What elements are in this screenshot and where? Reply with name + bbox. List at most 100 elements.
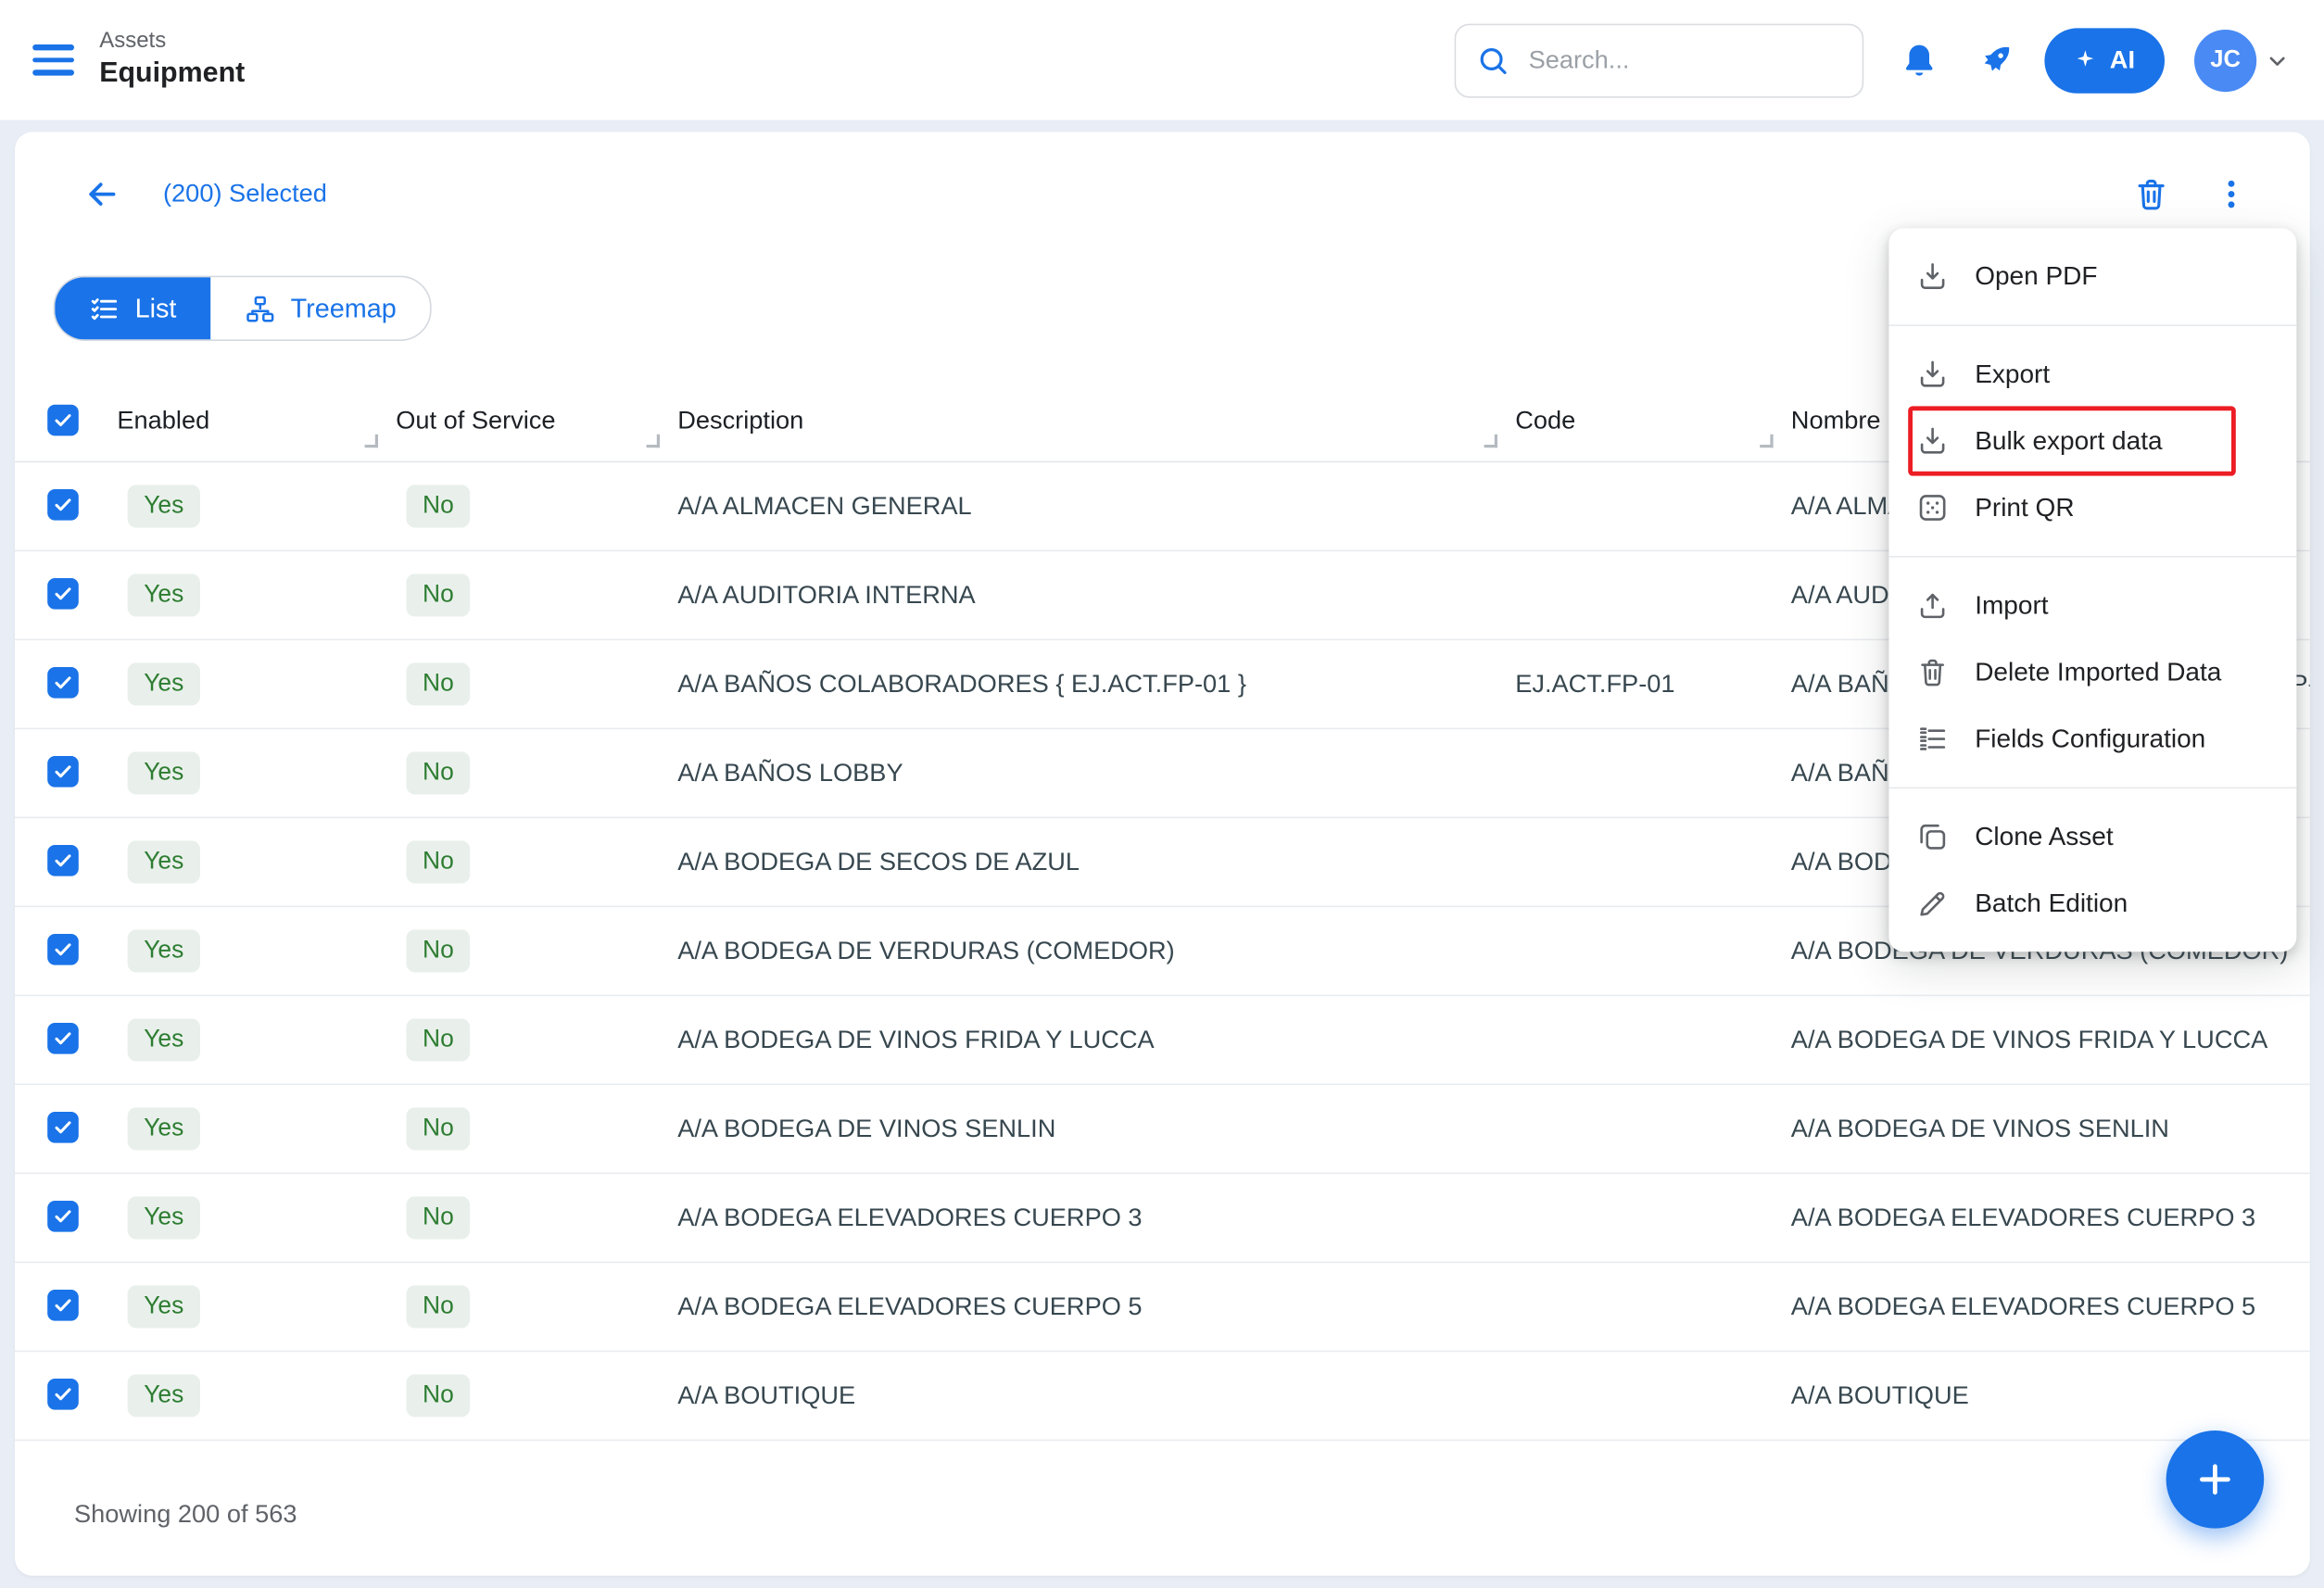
table-row[interactable]: YesNoA/A BOUTIQUEA/A BOUTIQUE: [15, 1352, 2310, 1441]
list-icon: [89, 293, 120, 324]
ai-button-label: AI: [2110, 45, 2135, 75]
menu-item-label: Open PDF: [1975, 261, 2097, 293]
row-checkbox[interactable]: [47, 756, 79, 788]
out-of-service-badge: No: [406, 1107, 470, 1150]
row-checkbox-cell: [15, 489, 117, 523]
back-button[interactable]: [83, 175, 122, 214]
menu-item-label: Export: [1975, 359, 2050, 390]
row-checkbox[interactable]: [47, 578, 79, 610]
enabled-cell: Yes: [117, 1107, 396, 1150]
nombre-cell: A/A BODEGA DE VINOS SENLIN: [1791, 1114, 2310, 1143]
column-resize-handle[interactable]: [365, 435, 378, 447]
out-of-service-badge: No: [406, 485, 470, 527]
search-icon: [1475, 43, 1510, 78]
enabled-badge: Yes: [128, 485, 200, 527]
sparkle-icon: [2074, 49, 2096, 71]
menu-item-fields-configuration[interactable]: Fields Configuration: [1888, 706, 2296, 773]
table-footer: Showing 200 of 563: [74, 1500, 297, 1530]
view-toggle: List Treemap: [54, 276, 433, 341]
menu-item-batch-edition[interactable]: Batch Edition: [1888, 870, 2296, 937]
out-of-service-cell: No: [396, 1285, 677, 1328]
notifications-button[interactable]: [1896, 38, 1940, 82]
menu-item-print-qr[interactable]: Print QR: [1888, 474, 2296, 541]
row-checkbox[interactable]: [47, 489, 79, 521]
kebab-icon: [2212, 175, 2251, 214]
rocket-icon: [1976, 40, 2015, 80]
column-header-enabled: Enabled: [117, 380, 396, 461]
search-input[interactable]: [1525, 44, 1842, 76]
menu-item-export[interactable]: Export: [1888, 341, 2296, 408]
list-view-label: List: [135, 293, 177, 324]
user-menu[interactable]: JC: [2194, 29, 2292, 91]
more-options-button[interactable]: [2212, 175, 2251, 214]
description-cell: A/A BAÑOS COLABORADORES { EJ.ACT.FP-01 }: [677, 669, 1515, 699]
row-checkbox[interactable]: [47, 1290, 79, 1321]
rocket-button[interactable]: [1974, 38, 2018, 82]
column-resize-handle[interactable]: [1760, 435, 1773, 447]
description-cell: A/A BODEGA DE VINOS FRIDA Y LUCCA: [677, 1025, 1515, 1054]
menu-item-label: Bulk export data: [1975, 425, 2162, 457]
menu-item-import[interactable]: Import: [1888, 573, 2296, 639]
out-of-service-cell: No: [396, 929, 677, 972]
select-all-checkbox[interactable]: [47, 405, 79, 436]
out-of-service-cell: No: [396, 662, 677, 705]
enabled-badge: Yes: [128, 929, 200, 972]
table-row[interactable]: YesNoA/A BODEGA DE VINOS FRIDA Y LUCCAA/…: [15, 996, 2310, 1085]
row-checkbox-cell: [15, 1290, 117, 1324]
row-checkbox[interactable]: [47, 1201, 79, 1232]
avatar: JC: [2194, 29, 2256, 91]
enabled-cell: Yes: [117, 1196, 396, 1239]
enabled-badge: Yes: [128, 840, 200, 883]
row-checkbox[interactable]: [47, 845, 79, 876]
out-of-service-badge: No: [406, 751, 470, 794]
arrow-left-icon: [83, 175, 122, 214]
table-row[interactable]: YesNoA/A BODEGA ELEVADORES CUERPO 5A/A B…: [15, 1263, 2310, 1352]
menu-item-bulk-export-data[interactable]: Bulk export data: [1888, 408, 2296, 474]
table-row[interactable]: YesNoA/A BODEGA DE VINOS SENLINA/A BODEG…: [15, 1085, 2310, 1174]
menu-item-label: Delete Imported Data: [1975, 657, 2221, 688]
ai-button[interactable]: AI: [2044, 28, 2165, 93]
selected-count[interactable]: (200) Selected: [163, 180, 327, 209]
list-view-button[interactable]: List: [55, 277, 210, 339]
download-icon: [1915, 358, 1950, 392]
delete-button[interactable]: [2132, 175, 2171, 214]
enabled-cell: Yes: [117, 840, 396, 883]
enabled-cell: Yes: [117, 662, 396, 705]
column-resize-handle[interactable]: [647, 435, 660, 447]
add-button[interactable]: [2166, 1430, 2265, 1529]
row-checkbox[interactable]: [47, 1379, 79, 1410]
menu-item-clone-asset[interactable]: Clone Asset: [1888, 803, 2296, 870]
enabled-badge: Yes: [128, 662, 200, 705]
row-checkbox-cell: [15, 756, 117, 790]
breadcrumb: Assets: [99, 27, 245, 56]
menu-item-open-pdf[interactable]: Open PDF: [1888, 243, 2296, 309]
out-of-service-cell: No: [396, 1107, 677, 1150]
enabled-badge: Yes: [128, 1107, 200, 1150]
row-checkbox[interactable]: [47, 667, 79, 699]
enabled-cell: Yes: [117, 1285, 396, 1328]
row-checkbox-cell: [15, 667, 117, 701]
row-checkbox-cell: [15, 1201, 117, 1235]
description-cell: A/A BODEGA ELEVADORES CUERPO 5: [677, 1292, 1515, 1321]
menu-divider: [1888, 788, 2296, 789]
description-cell: A/A BODEGA DE SECOS DE AZUL: [677, 847, 1515, 876]
row-checkbox[interactable]: [47, 1023, 79, 1054]
clone-icon: [1915, 820, 1950, 854]
menu-divider: [1888, 324, 2296, 326]
row-checkbox-cell: [15, 1023, 117, 1057]
row-checkbox[interactable]: [47, 934, 79, 965]
table-row[interactable]: YesNoA/A BODEGA ELEVADORES CUERPO 3A/A B…: [15, 1174, 2310, 1263]
row-checkbox-cell: [15, 1112, 117, 1146]
menu-item-label: Import: [1975, 590, 2048, 622]
description-cell: A/A BAÑOS LOBBY: [677, 758, 1515, 788]
menu-item-delete-imported-data[interactable]: Delete Imported Data: [1888, 639, 2296, 706]
out-of-service-cell: No: [396, 1196, 677, 1239]
app: Assets Equipment AI JC (200) Selected: [0, 0, 2324, 1588]
treemap-icon: [245, 293, 276, 324]
column-header-code: Code: [1515, 380, 1791, 461]
hamburger-menu-button[interactable]: [32, 44, 74, 75]
treemap-view-button[interactable]: Treemap: [210, 277, 430, 339]
column-resize-handle[interactable]: [1484, 435, 1497, 447]
row-checkbox[interactable]: [47, 1112, 79, 1143]
description-cell: A/A BODEGA ELEVADORES CUERPO 3: [677, 1203, 1515, 1232]
